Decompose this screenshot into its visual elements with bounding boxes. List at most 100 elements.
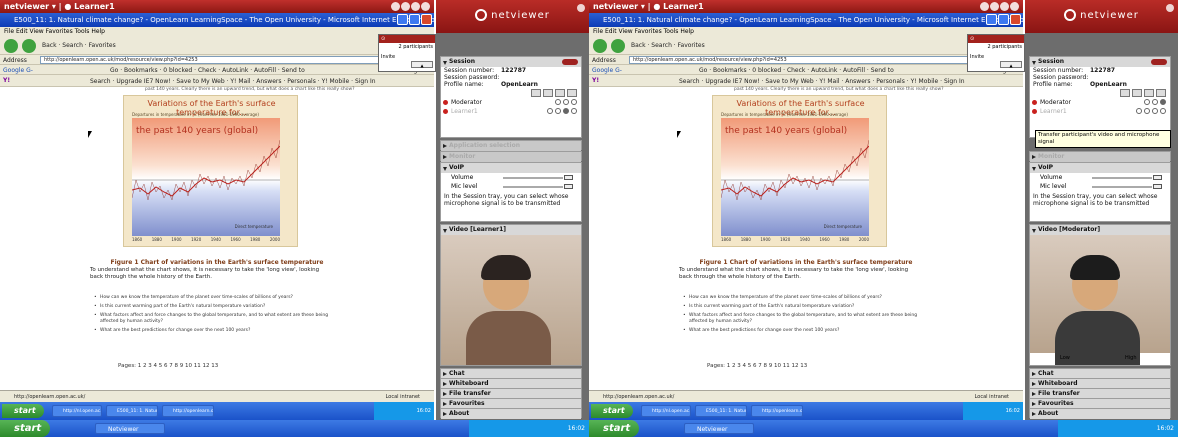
close-icon[interactable] [1166, 4, 1174, 12]
maximize-icon[interactable] [409, 14, 420, 25]
figure-caption: Figure 1 Chart of variations in the Eart… [110, 259, 324, 266]
round-button-icon[interactable] [980, 2, 989, 11]
tool-icon[interactable] [1132, 89, 1142, 97]
app-selection-header[interactable]: Application selection [441, 141, 581, 151]
netviewer-header: netviewer [1025, 0, 1178, 33]
minimize-icon[interactable] [397, 14, 408, 25]
google-logo: Google G- [3, 67, 33, 74]
toggle-icon[interactable] [1151, 59, 1167, 65]
close-icon[interactable] [421, 14, 432, 25]
chart-subtitle: Departures in temperature in °C (from th… [132, 112, 259, 117]
ie-nav-toolbar: Back · Search · Favorites [589, 37, 1023, 55]
series-label: the past 140 years (global) [725, 126, 848, 136]
participant-row[interactable]: Learner1 [441, 107, 581, 116]
nav-buttons[interactable]: Back · Search · Favorites [42, 42, 116, 49]
remote-start-button[interactable]: start [2, 404, 44, 418]
remote-start-button[interactable]: start [591, 404, 633, 418]
round-button-icon[interactable] [421, 2, 430, 11]
x-tick: 1980 [839, 237, 850, 242]
mic-slider[interactable]: Mic level [1030, 182, 1170, 191]
start-button[interactable]: start [589, 420, 639, 437]
tool-icon[interactable] [531, 89, 541, 97]
taskbar-item[interactable]: E500_11: 1. Natural... [106, 405, 158, 417]
session-section: Session Session number: 122787 Session pa… [440, 56, 582, 138]
monitor-header[interactable]: Monitor [1030, 152, 1170, 162]
google-toolbar-buttons[interactable]: Go · Bookmarks · 0 blocked · Check · Aut… [699, 67, 894, 74]
volume-slider[interactable]: Volume [441, 173, 581, 182]
taskbar-item[interactable]: http://nl.open.ac.uk... [52, 405, 102, 417]
taskbar-item[interactable]: E500_11: 1. Natural... [695, 405, 747, 417]
tool-icon[interactable] [567, 89, 577, 97]
tool-icon[interactable] [555, 89, 565, 97]
tool-icon[interactable] [1120, 89, 1130, 97]
taskbar-netviewer[interactable]: Netviewer [95, 423, 165, 434]
close-icon[interactable] [577, 4, 585, 12]
monitor-section[interactable]: Monitor [440, 151, 582, 162]
start-button[interactable]: start [0, 420, 50, 437]
maximize-icon[interactable] [998, 14, 1009, 25]
ie-menu-bar[interactable]: File Edit View Favorites Tools Help [0, 27, 434, 37]
yahoo-toolbar-buttons[interactable]: Search · Upgrade IE7 Now! · Save to My W… [90, 78, 376, 85]
address-input[interactable]: http://openlearn.open.ac.uk/mod/resource… [629, 56, 979, 64]
list-item: What factors affect and force changes to… [683, 313, 919, 325]
back-icon[interactable] [4, 39, 18, 53]
video-header[interactable]: Video [Moderator] [1030, 225, 1170, 235]
pagination[interactable]: Pages: 1 2 3 4 5 6 7 8 9 10 11 12 13 [707, 363, 807, 369]
toggle-icon[interactable] [562, 59, 578, 65]
brand-bar-label[interactable]: netviewer ▾ | ● Learner1 [593, 2, 704, 11]
invite-button[interactable]: ▲ [1000, 61, 1022, 68]
monitor-header[interactable]: Monitor [441, 152, 581, 162]
round-button-icon[interactable] [1000, 2, 1009, 11]
round-button-icon[interactable] [411, 2, 420, 11]
participant-row[interactable]: Moderator [1030, 98, 1170, 107]
session-header[interactable]: Session [1030, 57, 1170, 67]
about-header[interactable]: About [441, 409, 581, 419]
ie-menu-bar[interactable]: File Edit View Favorites Tools Help [589, 27, 1023, 37]
ie-title-bar: E500_11: 1. Natural climate change? - Op… [589, 13, 1023, 27]
tool-icon[interactable] [1156, 89, 1166, 97]
taskbar-item[interactable]: http://openlearn.ope... [162, 405, 214, 417]
ie-status-bar: http://openlearn.open.ac.uk/Local intran… [589, 390, 1023, 402]
voip-header[interactable]: VoIP [441, 163, 581, 173]
taskbar-netviewer[interactable]: Netviewer [684, 423, 754, 434]
nav-buttons[interactable]: Back · Search · Favorites [631, 42, 705, 49]
minimize-icon[interactable] [986, 14, 997, 25]
address-input[interactable]: http://openlearn.open.ac.uk/mod/resource… [40, 56, 390, 64]
tool-icon[interactable] [543, 89, 553, 97]
brand-bar-label[interactable]: netviewer ▾ | ● Learner1 [4, 2, 115, 11]
close-icon[interactable] [1010, 14, 1021, 25]
voip-header[interactable]: VoIP [1030, 163, 1170, 173]
session-header[interactable]: Session [441, 57, 581, 67]
round-button-icon[interactable] [391, 2, 400, 11]
google-toolbar-buttons[interactable]: Go · Bookmarks · 0 blocked · Check · Aut… [110, 67, 305, 74]
forward-icon[interactable] [611, 39, 625, 53]
body-paragraph: To understand what the chart shows, it i… [90, 267, 320, 280]
taskbar-item[interactable]: http://openlearn.ope... [751, 405, 803, 417]
address-label: Address [3, 57, 27, 64]
round-button-icon[interactable] [401, 2, 410, 11]
video-header[interactable]: Video [Learner1] [441, 225, 581, 235]
google-toolbar: Google G- Go · Bookmarks · 0 blocked · C… [0, 65, 434, 75]
participant-row[interactable]: Learner1 [1030, 107, 1170, 116]
yahoo-toolbar: Y! Search · Upgrade IE7 Now! · Save to M… [589, 75, 1023, 87]
session-number-row: Session number: 122787 [444, 67, 527, 74]
round-button-icon[interactable] [1010, 2, 1019, 11]
mic-slider[interactable]: Mic level [441, 182, 581, 191]
popup-title-bar: ⊙ [968, 35, 1024, 43]
yahoo-toolbar-buttons[interactable]: Search · Upgrade IE7 Now! · Save to My W… [679, 78, 965, 85]
top-text: past 140 years. Clearly there is an upwa… [145, 87, 355, 92]
about-header[interactable]: About [1030, 409, 1170, 419]
x-axis: 1860 1880 1900 1920 1940 1960 1980 2000 [721, 237, 869, 242]
back-icon[interactable] [593, 39, 607, 53]
pagination[interactable]: Pages: 1 2 3 4 5 6 7 8 9 10 11 12 13 [118, 363, 218, 369]
tool-icon[interactable] [1144, 89, 1154, 97]
volume-slider[interactable]: Volume [1030, 173, 1170, 182]
app-selection-section[interactable]: Application selection [440, 140, 582, 151]
taskbar-item[interactable]: http://nl.open.ac.uk... [641, 405, 691, 417]
round-button-icon[interactable] [990, 2, 999, 11]
invite-label: Invite [970, 54, 985, 60]
invite-button[interactable]: ▲ [411, 61, 433, 68]
chart-note: Direct temperature [234, 224, 273, 229]
participant-row[interactable]: Moderator [441, 98, 581, 107]
forward-icon[interactable] [22, 39, 36, 53]
